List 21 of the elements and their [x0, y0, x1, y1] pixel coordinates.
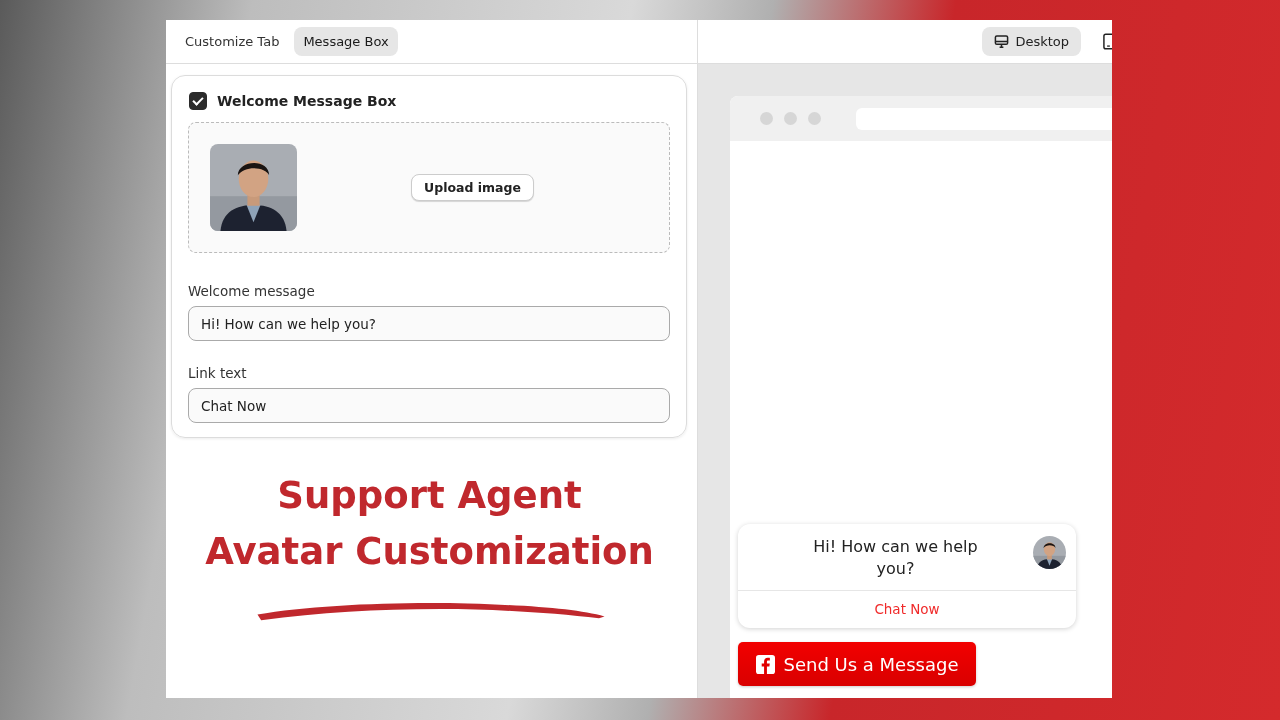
field-label: Welcome message	[188, 283, 316, 299]
window-dot	[808, 112, 821, 125]
phone-icon	[1103, 33, 1112, 50]
input-field[interactable]: Chat Now	[188, 388, 670, 423]
headline: Avatar Customization	[204, 529, 655, 575]
desktop-button[interactable]: Desktop	[982, 27, 1081, 56]
monitor-icon	[994, 34, 1010, 49]
facebook-icon	[755, 654, 775, 674]
welcome-message: Hi! How can we help you?	[812, 536, 979, 580]
tab[interactable]: Customize Tab	[176, 27, 289, 56]
tab[interactable]: Message Box	[294, 27, 398, 56]
checkbox[interactable]	[189, 92, 207, 110]
send-message-button[interactable]: Send Us a Message	[738, 642, 976, 686]
upload-button[interactable]: Upload image	[411, 174, 534, 201]
input-field[interactable]: Hi! How can we help you?	[188, 306, 670, 341]
chat-link[interactable]: Chat Now	[738, 591, 1076, 628]
headline: Support Agent	[276, 473, 583, 519]
window-dot	[760, 112, 773, 125]
field-label: Link text	[188, 365, 248, 381]
section-title: Welcome Message Box	[217, 93, 397, 109]
window-dot	[784, 112, 797, 125]
